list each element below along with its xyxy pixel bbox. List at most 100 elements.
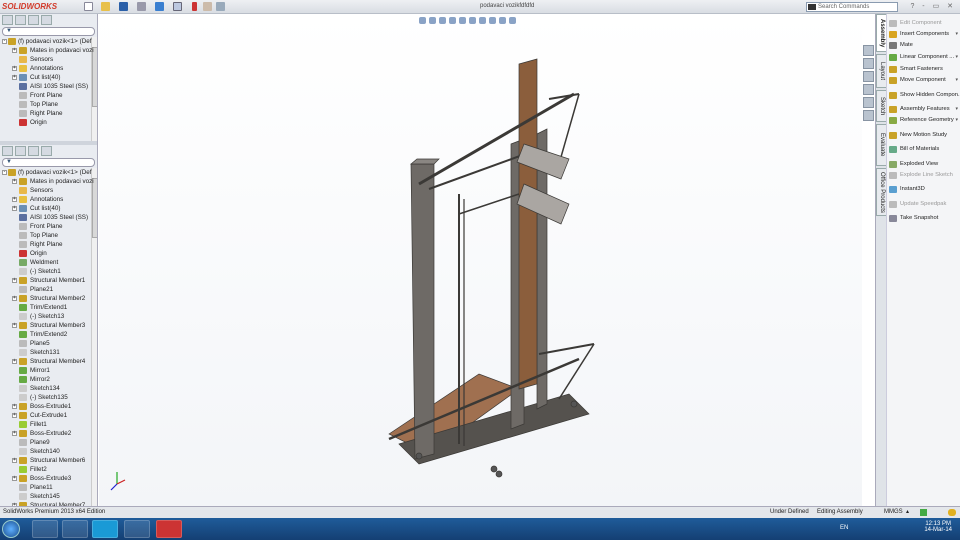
command-smart-fasteners[interactable]: Smart Fasteners	[887, 64, 960, 75]
expand-toggle-icon[interactable]: +	[12, 359, 17, 364]
dropdown-arrow-icon[interactable]: ▾	[955, 75, 958, 86]
select-icon[interactable]	[173, 2, 182, 11]
tree-item[interactable]: + Cut list(40)	[0, 73, 97, 82]
dropdown-arrow-icon[interactable]: ▾	[955, 52, 958, 63]
tree-item[interactable]: Sensors	[0, 55, 97, 64]
units-dropdown-icon[interactable]: ▴	[906, 507, 909, 518]
solidworks-resources-icon[interactable]	[863, 45, 874, 56]
command-mate[interactable]: Mate	[887, 40, 960, 51]
tree-item[interactable]: (-) Sketch13	[0, 312, 97, 321]
tree-filter[interactable]: ▼	[2, 27, 95, 36]
tree-item[interactable]: + Mates in podavaci vozi	[0, 177, 97, 186]
tree-item[interactable]: + Cut list(40)	[0, 204, 97, 213]
new-document-icon[interactable]	[84, 2, 93, 11]
tree-item[interactable]: AISI 1035 Steel (SS)	[0, 213, 97, 222]
expand-toggle-icon[interactable]: -	[2, 170, 7, 175]
explorer-app-icon[interactable]	[32, 520, 58, 538]
expand-toggle-icon[interactable]: +	[12, 48, 17, 53]
command-take-snapshot[interactable]: Take Snapshot	[887, 213, 960, 224]
feature-manager-tab[interactable]	[2, 15, 13, 25]
expand-toggle-icon[interactable]: +	[12, 206, 17, 211]
tree-item[interactable]: AISI 1035 Steel (SS)	[0, 82, 97, 91]
chrome-app-icon[interactable]	[62, 520, 88, 538]
tree-item[interactable]: Mirror1	[0, 366, 97, 375]
custom-properties-icon[interactable]	[863, 110, 874, 121]
tree-item[interactable]: Trim/Extend1	[0, 303, 97, 312]
file-explorer-icon[interactable]	[863, 71, 874, 82]
dropdown-arrow-icon[interactable]: ▾	[955, 115, 958, 126]
feature-tree-main[interactable]: - (f) podavaci vozik<1> (Def + Mates in pod…	[0, 168, 97, 518]
print-icon[interactable]	[137, 2, 146, 11]
tree-item[interactable]: (-) Sketch135	[0, 393, 97, 402]
tree-item[interactable]: Top Plane	[0, 100, 97, 109]
save-icon[interactable]	[119, 2, 128, 11]
window-controls[interactable]: ? - ▭ ✕	[910, 2, 956, 10]
tree-item[interactable]: + Mates in podavaci vozi	[0, 46, 97, 55]
expand-toggle-icon[interactable]: +	[12, 197, 17, 202]
configuration-manager-tab[interactable]	[28, 15, 39, 25]
configuration-manager-tab[interactable]	[28, 146, 39, 156]
tree-item[interactable]: (-) Sketch1	[0, 267, 97, 276]
tree-item[interactable]: + Structural Member6	[0, 456, 97, 465]
file-properties-icon[interactable]	[203, 2, 212, 11]
open-icon[interactable]	[101, 2, 110, 11]
tree-item[interactable]: Weldment	[0, 258, 97, 267]
rebuild-icon[interactable]	[192, 2, 197, 11]
appearances-icon[interactable]	[863, 97, 874, 108]
tree-item[interactable]: Sketch145	[0, 492, 97, 501]
tree-item[interactable]: Sensors	[0, 186, 97, 195]
start-button[interactable]	[2, 520, 20, 538]
search-commands-input[interactable]: Search Commands	[806, 2, 898, 12]
tree-item[interactable]: Origin	[0, 118, 97, 127]
undo-icon[interactable]	[155, 2, 164, 11]
command-exploded-view[interactable]: Exploded View	[887, 159, 960, 170]
command-insert-components[interactable]: Insert Components ▾	[887, 29, 960, 40]
tree-item[interactable]: Fillet1	[0, 420, 97, 429]
3d-model-frame[interactable]	[99, 14, 862, 506]
dropdown-arrow-icon[interactable]: ▾	[955, 29, 958, 40]
tree-item[interactable]: - (f) podavaci vozik<1> (Def	[0, 37, 97, 46]
expand-toggle-icon[interactable]: +	[12, 476, 17, 481]
clock[interactable]: 12:13 PM 14-Mar-14	[924, 521, 952, 533]
feature-manager-tab[interactable]	[2, 146, 13, 156]
tree-item[interactable]: Plane21	[0, 285, 97, 294]
tree-item[interactable]: Front Plane	[0, 91, 97, 100]
tree-item[interactable]: + Structural Member4	[0, 357, 97, 366]
solidworks-app-icon[interactable]	[156, 520, 182, 538]
command-instant3d[interactable]: Instant3D	[887, 184, 960, 195]
command-show-hidden-compon[interactable]: Show Hidden Compon...	[887, 90, 960, 101]
feature-tree-top[interactable]: - (f) podavaci vozik<1> (Def + Mates in pod…	[0, 37, 97, 141]
dropdown-arrow-icon[interactable]: ▾	[955, 104, 958, 115]
app-icon[interactable]	[124, 520, 150, 538]
property-manager-tab[interactable]	[15, 146, 26, 156]
command-new-motion-study[interactable]: New Motion Study	[887, 130, 960, 141]
graphics-area[interactable]	[99, 14, 862, 506]
tree-item[interactable]: - (f) podavaci vozik<1> (Def	[0, 168, 97, 177]
command-explode-line-sketch[interactable]: Explode Line Sketch	[887, 170, 960, 181]
command-linear-component[interactable]: Linear Component ... ▾	[887, 52, 960, 63]
tree-item[interactable]: + Boss-Extrude2	[0, 429, 97, 438]
skype-app-icon[interactable]	[92, 520, 118, 538]
expand-toggle-icon[interactable]: +	[12, 179, 17, 184]
tree-item[interactable]: Fillet2	[0, 465, 97, 474]
tree-item[interactable]: Sketch140	[0, 447, 97, 456]
expand-toggle-icon[interactable]: +	[12, 66, 17, 71]
tree-item[interactable]: Sketch131	[0, 348, 97, 357]
command-bill-of-materials[interactable]: Bill of Materials	[887, 144, 960, 155]
expand-toggle-icon[interactable]: +	[12, 413, 17, 418]
tooltip-icon[interactable]	[948, 509, 956, 516]
view-palette-icon[interactable]	[863, 84, 874, 95]
rebuild-status-icon[interactable]	[920, 509, 927, 516]
command-move-component[interactable]: Move Component ▾	[887, 75, 960, 86]
tree-item[interactable]: + Structural Member1	[0, 276, 97, 285]
command-reference-geometry[interactable]: Reference Geometry ▾	[887, 115, 960, 126]
tree-item[interactable]: Mirror2	[0, 375, 97, 384]
expand-toggle-icon[interactable]: +	[12, 278, 17, 283]
tree-item[interactable]: Plane11	[0, 483, 97, 492]
expand-toggle-icon[interactable]: +	[12, 323, 17, 328]
tree-item[interactable]: Plane9	[0, 438, 97, 447]
language-indicator[interactable]: EN	[840, 525, 848, 531]
expand-toggle-icon[interactable]: +	[12, 431, 17, 436]
tree-item[interactable]: Right Plane	[0, 240, 97, 249]
expand-toggle-icon[interactable]: +	[12, 75, 17, 80]
